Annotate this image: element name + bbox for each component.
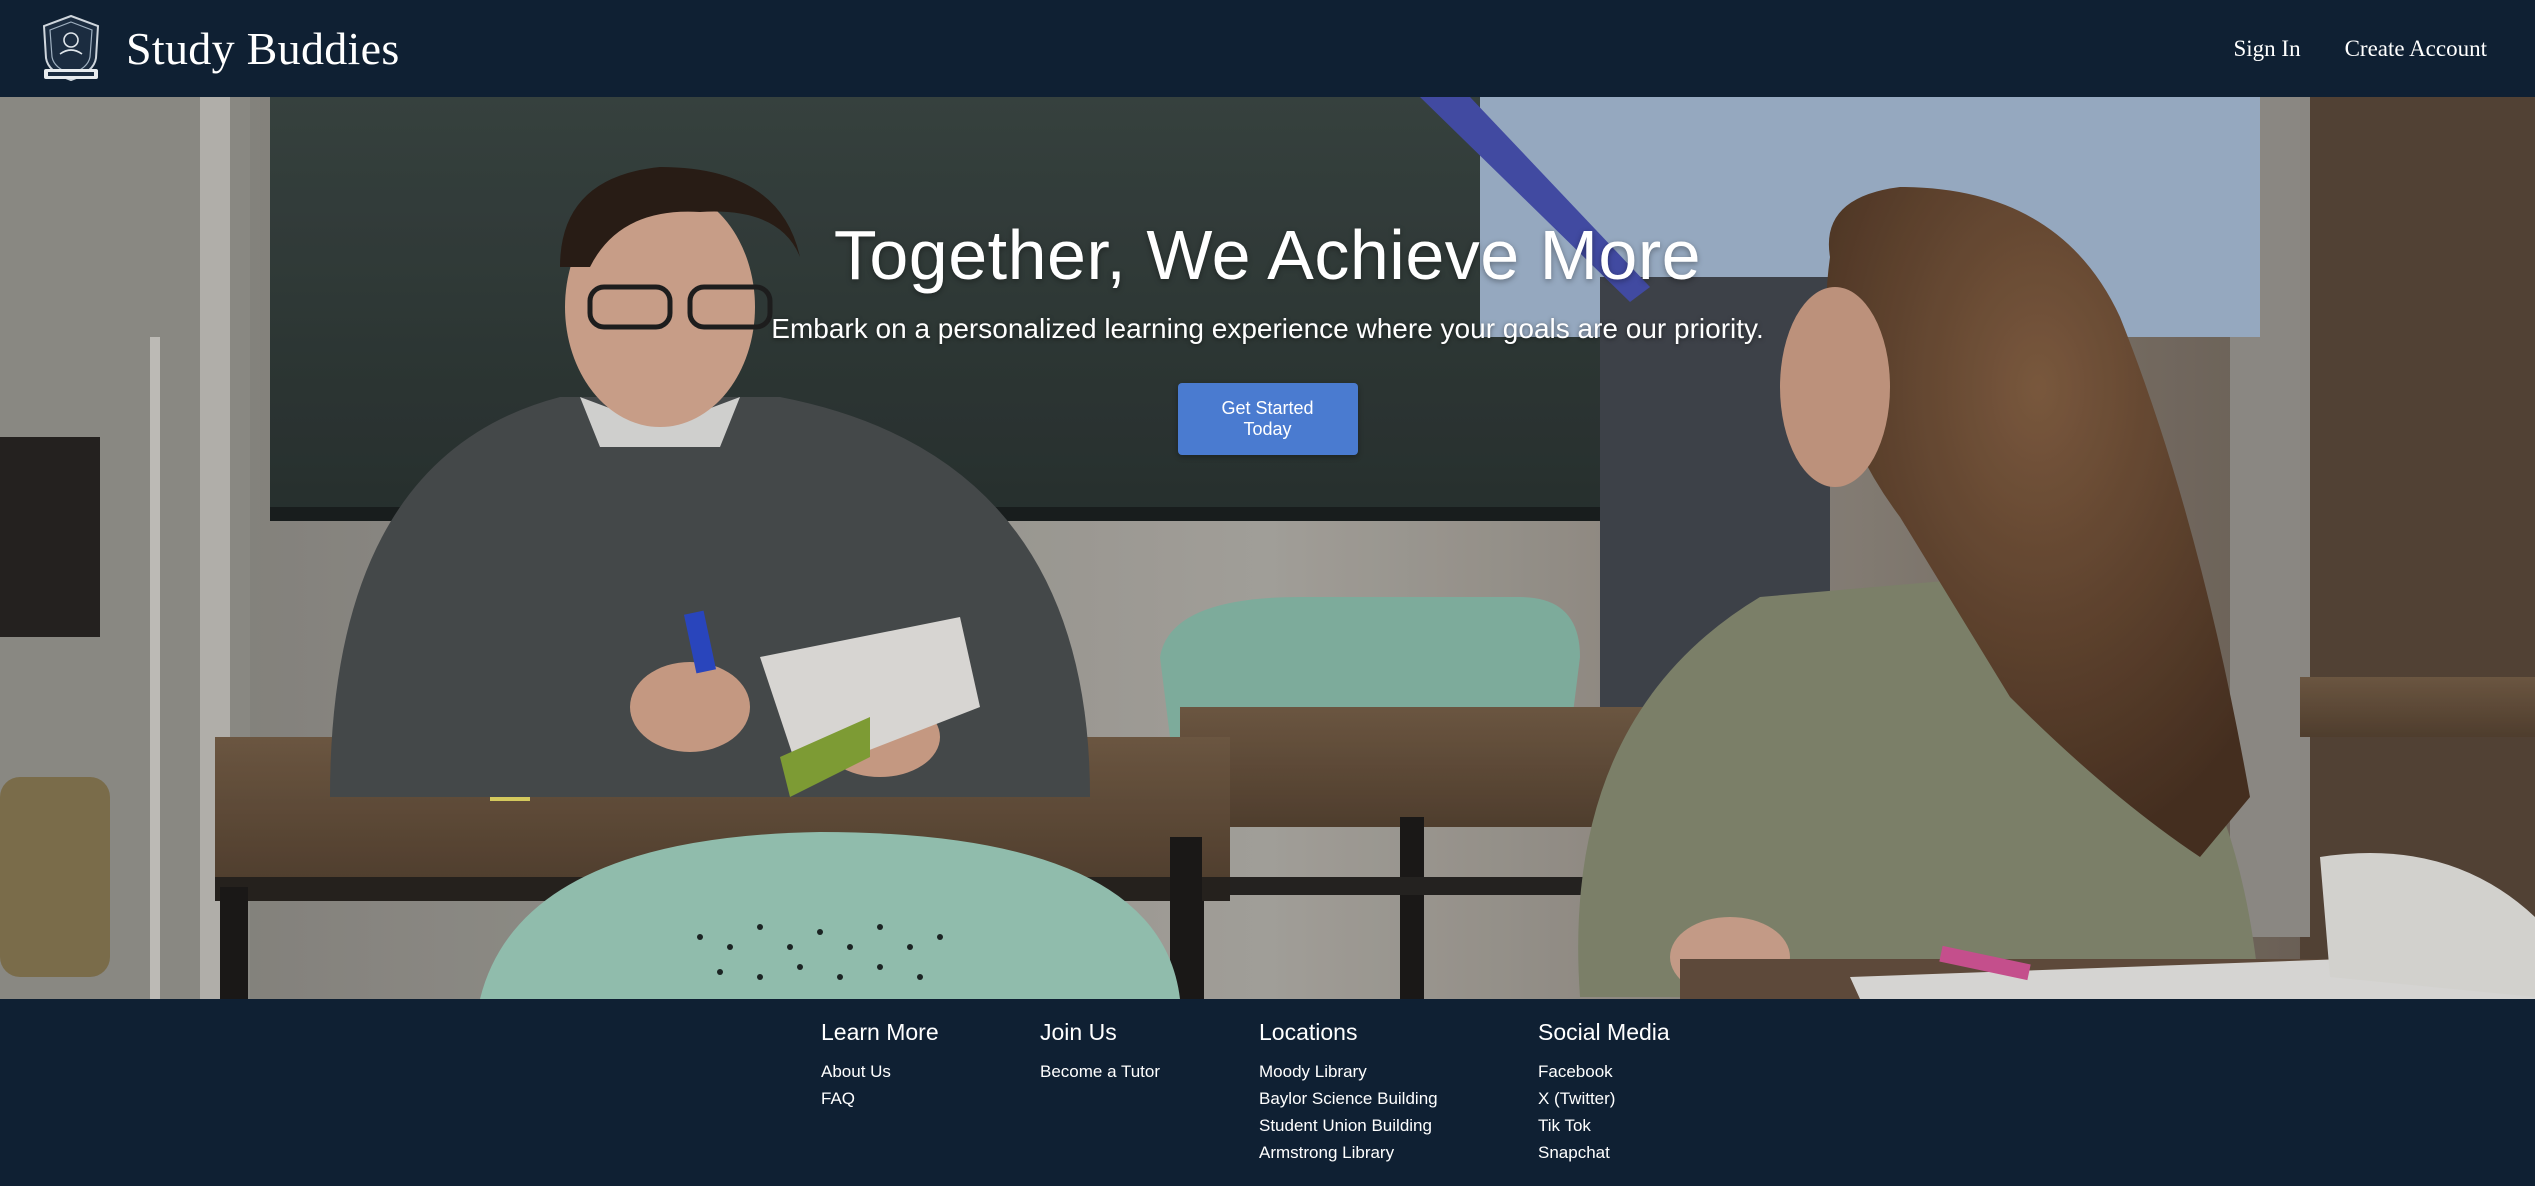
footer-col-join-us: Join Us Become a Tutor [1040,1019,1160,1085]
study-buddies-logo-icon [38,14,104,84]
navbar: Study Buddies Sign In Create Account [0,0,2535,97]
brand[interactable]: Study Buddies [38,14,400,84]
hero-section: Together, We Achieve More Embark on a pe… [0,97,2535,999]
brand-name[interactable]: Study Buddies [126,22,400,75]
footer-link-faq[interactable]: FAQ [821,1085,939,1112]
footer: Learn More About Us FAQ Join Us Become a… [0,999,2535,1186]
header-nav: Sign In Create Account [2233,36,2487,62]
hero-title: Together, We Achieve More [833,216,1702,294]
footer-link-student-union-building[interactable]: Student Union Building [1259,1112,1438,1139]
hero-subtitle: Embark on a personalized learning experi… [771,313,1764,344]
footer-link-snapchat[interactable]: Snapchat [1538,1139,1670,1166]
footer-heading-learn-more: Learn More [821,1019,939,1045]
footer-link-become-a-tutor[interactable]: Become a Tutor [1040,1058,1160,1085]
footer-link-about-us[interactable]: About Us [821,1058,939,1085]
footer-link-moody-library[interactable]: Moody Library [1259,1058,1438,1085]
footer-heading-locations: Locations [1259,1019,1358,1045]
footer-link-facebook[interactable]: Facebook [1538,1058,1670,1085]
footer-link-baylor-science-building[interactable]: Baylor Science Building [1259,1085,1438,1112]
hero-content: Together, We Achieve More Embark on a pe… [0,215,2535,455]
footer-link-armstrong-library[interactable]: Armstrong Library [1259,1139,1438,1166]
footer-heading-join-us: Join Us [1040,1019,1117,1045]
footer-col-learn-more: Learn More About Us FAQ [821,1019,939,1112]
footer-heading-social-media: Social Media [1538,1019,1670,1045]
footer-col-social-media: Social Media Facebook X (Twitter) Tik To… [1538,1019,1670,1166]
footer-link-x-twitter[interactable]: X (Twitter) [1538,1085,1670,1112]
create-account-link[interactable]: Create Account [2345,36,2487,62]
footer-col-locations: Locations Moody Library Baylor Science B… [1259,1019,1438,1166]
get-started-button[interactable]: Get Started Today [1177,383,1358,455]
footer-link-tik-tok[interactable]: Tik Tok [1538,1112,1670,1139]
sign-in-link[interactable]: Sign In [2233,36,2300,62]
